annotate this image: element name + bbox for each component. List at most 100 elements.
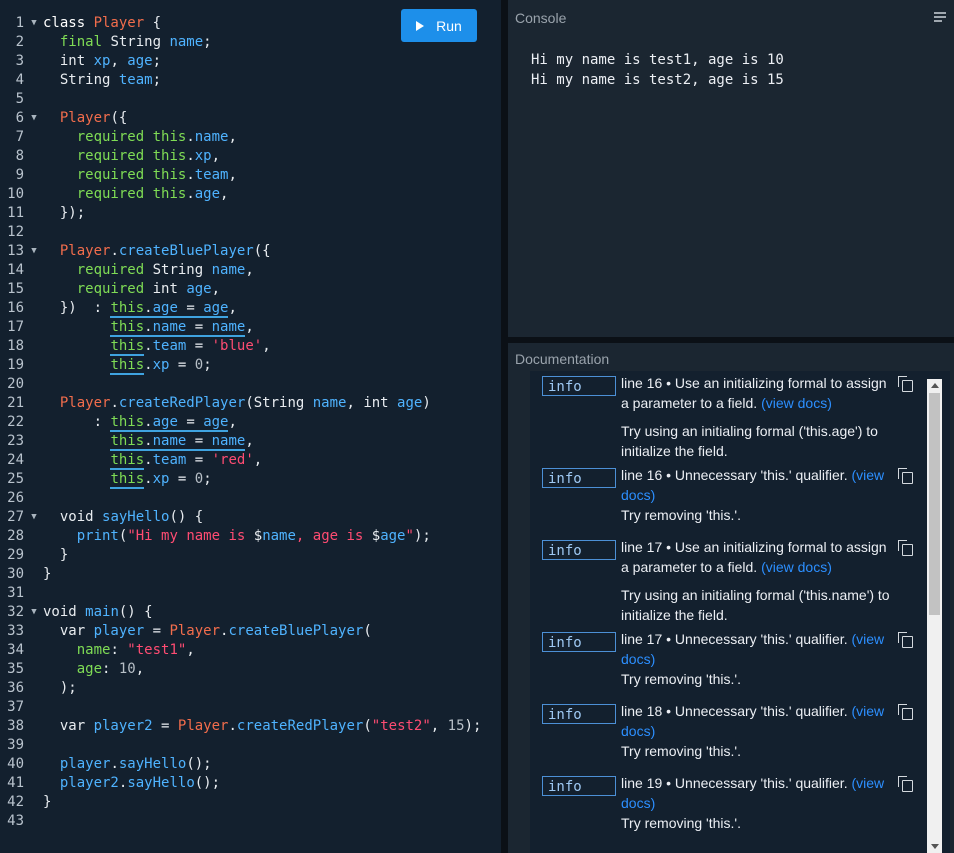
code-token: name [211,433,246,451]
line-number: 24 [7,452,24,468]
fold-arrow-icon[interactable]: ▼ [29,14,39,33]
code-token: = [186,338,212,354]
code-token: this [110,338,145,356]
code-token: "test1" [127,642,187,658]
code-text: String team; [43,71,161,90]
code-token: String [102,34,170,50]
line-number: 33 [7,623,24,639]
code-text: player2.sayHello(); [43,774,220,793]
fold-arrow-icon[interactable]: ▼ [29,242,39,261]
code-token: = [186,433,212,451]
code-token: sayHello [118,756,187,772]
code-token: ({ [253,243,271,259]
code-token: , [186,642,195,658]
code-token: ({ [110,110,128,126]
line-number: 7 [15,129,24,145]
code-token: void [43,604,86,620]
code-token: , [110,53,128,69]
code-token: } [43,547,69,563]
code-token: , [228,300,237,316]
line-number: 9 [15,167,24,183]
fold-arrow-icon[interactable]: ▼ [29,109,39,128]
code-token: 'red' [211,452,254,468]
code-token: . [110,395,119,411]
code-token: 0 [194,471,204,487]
view-docs-link[interactable]: (view docs) [761,559,832,575]
line-number: 29 [7,547,24,563]
code-token: . [110,243,119,259]
code-token: 10 [118,661,136,677]
info-badge: info [542,468,616,488]
issue-message: line 18 • Unnecessary 'this.' qualifier.… [621,701,896,741]
code-token: String [144,262,212,278]
vertical-splitter[interactable] [501,0,508,853]
code-text: this.team = 'red', [43,451,262,470]
code-token: , [245,262,254,278]
scroll-thumb[interactable] [929,393,940,615]
code-token: ; [203,357,212,373]
copy-icon[interactable] [898,776,913,792]
code-token: (); [194,775,221,791]
code-token: ( [363,718,372,734]
code-token: 'blue' [211,338,263,354]
code-token: = [186,319,212,337]
code-token: , [220,186,229,202]
line-number: 34 [7,642,24,658]
play-icon [416,20,425,31]
view-docs-link[interactable]: (view docs) [761,395,832,411]
issue-fix: Try removing 'this.'. [621,815,741,831]
issue-message: line 16 • Use an initializing formal to … [621,373,896,413]
scroll-up-icon[interactable] [931,383,939,388]
code-text: player.sayHello(); [43,755,212,774]
code-token: , [228,414,237,430]
code-token: (String [245,395,313,411]
code-token: player2 [93,718,153,734]
code-token: , [211,281,221,297]
line-number: 28 [7,528,24,544]
code-editor[interactable]: 1 ▼ class Player {2 final String name; 3 in… [0,0,501,853]
copy-icon[interactable] [898,632,913,648]
code-token: name [152,319,187,337]
code-text: void sayHello() { [43,508,203,527]
copy-icon[interactable] [898,468,913,484]
code-token: , [228,167,237,183]
code-token: name [76,642,111,658]
code-text: ); [43,679,77,698]
run-button[interactable]: Run [401,9,477,42]
console-menu-icon[interactable] [934,12,946,24]
code-token: required [76,281,145,297]
code-text: name: "test1", [43,641,195,660]
fold-arrow-icon[interactable]: ▼ [29,508,39,527]
line-number: 30 [7,566,24,582]
code-token: name [169,34,204,50]
line-number: 11 [7,205,24,221]
copy-icon[interactable] [898,704,913,720]
code-token: createRedPlayer [118,395,246,411]
issues-scrollbar[interactable] [927,379,942,853]
console-output-line: Hi my name is test2, age is 15 [531,72,784,88]
code-token: . [144,452,153,468]
fold-arrow-icon[interactable]: ▼ [29,603,39,622]
code-token: age [203,414,229,432]
code-token: createBluePlayer [118,243,254,259]
copy-icon[interactable] [898,376,913,392]
code-token: . [144,433,153,451]
code-token: 15 [447,718,465,734]
copy-icon[interactable] [898,540,913,556]
code-token: , [262,338,271,354]
scroll-down-icon[interactable] [931,844,939,849]
code-token: = [169,357,195,373]
issue-message: line 19 • Unnecessary 'this.' qualifier.… [621,773,896,813]
code-token: = [169,471,195,487]
code-text: Player.createBluePlayer({ [43,242,271,261]
issue-message-text: line 17 • Use an initializing formal to … [621,539,887,575]
code-token: ; [203,471,212,487]
